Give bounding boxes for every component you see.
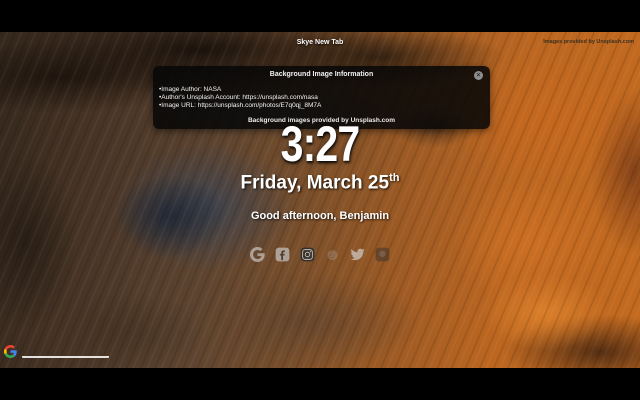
google-icon[interactable] bbox=[250, 247, 265, 262]
twitter-icon[interactable] bbox=[350, 247, 365, 262]
image-url-link[interactable]: •Image URL: https://unsplash.com/photos/… bbox=[159, 102, 321, 109]
popup-title: Background Image Information bbox=[269, 71, 374, 78]
twitter-bird-glyph bbox=[350, 248, 365, 261]
popup-info-lines: •Image Author: NASA •Author's Unsplash A… bbox=[159, 86, 321, 109]
facebook-glyph bbox=[275, 247, 290, 262]
date-text: Friday, March 25 bbox=[240, 172, 390, 194]
unsplash-credit-note: Images provided by Unsplash.com bbox=[543, 39, 634, 45]
clock: 3:27 bbox=[280, 116, 361, 172]
author-account-link[interactable]: •Author's Unsplash Account: https://unsp… bbox=[159, 94, 321, 101]
image-author-line: •Image Author: NASA bbox=[159, 86, 222, 93]
github-glyph bbox=[375, 247, 390, 262]
social-links-row bbox=[0, 247, 640, 262]
google-search-bar bbox=[4, 345, 109, 358]
github-icon[interactable] bbox=[375, 247, 390, 262]
search-input[interactable] bbox=[22, 346, 109, 358]
google-g-glyph bbox=[250, 247, 265, 262]
instagram-glyph bbox=[300, 247, 315, 262]
new-tab-page: Skye New Tab Images provided by Unsplash… bbox=[0, 0, 640, 400]
reddit-icon[interactable] bbox=[325, 247, 340, 262]
greeting: Good afternoon, Benjamin bbox=[250, 210, 390, 222]
reddit-glyph bbox=[327, 250, 338, 261]
google-logo-icon bbox=[4, 345, 17, 358]
instagram-icon[interactable] bbox=[300, 247, 315, 262]
close-icon[interactable]: ✕ bbox=[474, 71, 483, 80]
date: Friday, March 25th bbox=[0, 172, 640, 194]
date-ordinal: th bbox=[389, 172, 400, 184]
facebook-icon[interactable] bbox=[275, 247, 290, 262]
